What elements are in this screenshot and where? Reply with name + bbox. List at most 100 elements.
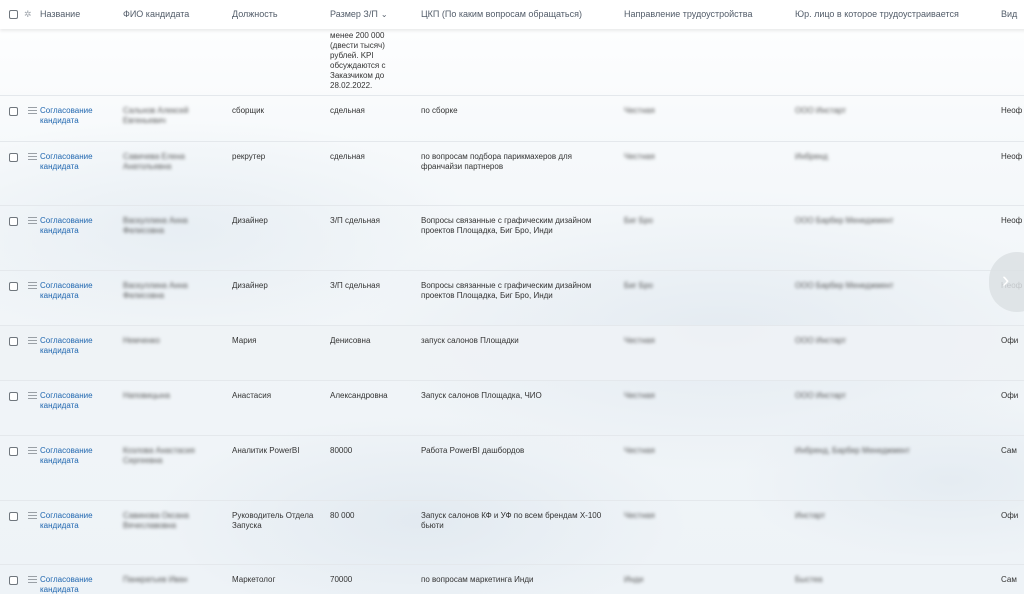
table-row[interactable]: Согласование кандидата Немченко Мария Денис… <box>0 325 1024 380</box>
row-name-link[interactable]: Согласование кандидата <box>40 205 123 270</box>
row-legal: Инбренд, Барбер Менеджмент <box>795 445 910 455</box>
drag-handle-icon[interactable] <box>28 281 37 289</box>
row-kind: Офи <box>1001 335 1019 345</box>
column-direction[interactable]: Направление трудоустройства <box>624 0 795 29</box>
row-position: Маркетолог <box>232 574 276 584</box>
row-position: Руководитель Отдела Запуска <box>232 510 314 530</box>
row-position: сборщик <box>232 105 265 115</box>
salary-cell: менее 200 000 (двести тысяч) рублей. KPI… <box>330 31 386 90</box>
select-all-checkbox[interactable] <box>9 10 18 19</box>
row-checkbox[interactable] <box>9 575 18 585</box>
row-salary: 70000 <box>330 574 353 584</box>
row-legal: ООО Инстарт <box>795 105 847 115</box>
drag-handle-icon[interactable] <box>28 391 37 399</box>
table-row[interactable]: Согласование кандидата Савинова Оксана Вя… <box>0 500 1024 564</box>
column-salary-label: Размер З/П <box>330 9 378 19</box>
table-row[interactable]: Согласование кандидата Савичева Елена Ана… <box>0 141 1024 205</box>
row-checkbox[interactable] <box>9 446 18 456</box>
row-direction: Честная <box>624 445 655 455</box>
row-direction: Честная <box>624 510 655 520</box>
row-ckp: по вопросам маркетинга Инди <box>421 574 534 584</box>
row-legal: Инбренд <box>795 151 828 161</box>
drag-handle-icon[interactable] <box>28 336 37 344</box>
row-position: Дизайнер <box>232 280 268 290</box>
row-salary: З/П сдельная <box>330 280 380 290</box>
row-ckp: Запуск салонов Площадка, ЧИО <box>421 390 542 400</box>
row-legal: ООО Инстарт <box>795 335 847 345</box>
column-fio[interactable]: ФИО кандидата <box>123 0 232 29</box>
column-kind[interactable]: Вид <box>1001 0 1024 29</box>
row-direction: Честная <box>624 335 655 345</box>
table-row[interactable]: Согласование кандидата Панкратьев Иван Мар… <box>0 564 1024 594</box>
row-position: рекрутер <box>232 151 266 161</box>
row-direction: Честная <box>624 390 655 400</box>
row-checkbox[interactable] <box>9 281 18 291</box>
row-fio: Немченко <box>123 335 160 345</box>
row-salary: З/П сдельная <box>330 215 380 225</box>
row-name-link[interactable]: Согласование кандидата <box>40 325 123 380</box>
row-fio: Козлова Анастасия Сергеевна <box>123 445 195 465</box>
drag-handle-icon[interactable] <box>28 106 37 114</box>
row-salary: сдельная <box>330 105 365 115</box>
row-fio: Савичева Елена Анатольевна <box>123 151 185 171</box>
row-checkbox[interactable] <box>9 152 18 162</box>
drag-handle-icon[interactable] <box>28 511 37 519</box>
row-name-link[interactable]: Согласование кандидата <box>40 141 123 205</box>
drag-handle-icon[interactable] <box>28 216 37 224</box>
row-name-link[interactable]: Согласование кандидата <box>40 564 123 594</box>
table-row[interactable]: Согласование кандидата Козлова Анастасия … <box>0 435 1024 500</box>
header-row: ✲ Название ФИО кандидата Должность Разме… <box>0 0 1024 29</box>
row-ckp: Работа PowerBI дашбордов <box>421 445 525 455</box>
row-position: Дизайнер <box>232 215 268 225</box>
drag-handle-icon[interactable] <box>28 446 37 454</box>
table-row[interactable]: Согласование кандидата Наповицына Анастаси… <box>0 380 1024 435</box>
column-ckp[interactable]: ЦКП (По каким вопросам обращаться) <box>421 0 624 29</box>
table-row-partial: менее 200 000 (двести тысяч) рублей. KPI… <box>0 29 1024 95</box>
chevron-down-icon[interactable]: ⌄ <box>381 10 388 19</box>
row-ckp: Запуск салонов КФ и УФ по всем брендам X… <box>421 510 602 530</box>
table-row[interactable]: Согласование кандидата Васкуллина Анна Фе… <box>0 205 1024 270</box>
row-checkbox[interactable] <box>9 511 18 521</box>
grid: ✲ Название ФИО кандидата Должность Разме… <box>0 0 1024 594</box>
table-row[interactable]: Согласование кандидата Сальнов Алексей Ев… <box>0 95 1024 141</box>
row-direction: Инди <box>624 574 644 584</box>
row-direction: Честная <box>624 151 655 161</box>
column-name[interactable]: Название <box>40 0 123 29</box>
gear-icon[interactable]: ✲ <box>24 9 32 20</box>
row-kind: Офи <box>1001 390 1019 400</box>
row-salary: 80 000 <box>330 510 355 520</box>
row-salary: Денисовна <box>330 335 371 345</box>
table-row[interactable]: Согласование кандидата Васкуллина Анна Фе… <box>0 270 1024 325</box>
row-legal: ООО Инстарт <box>795 390 847 400</box>
row-position: Мария <box>232 335 257 345</box>
row-direction: Честная <box>624 105 655 115</box>
row-name-link[interactable]: Согласование кандидата <box>40 435 123 500</box>
row-ckp: по вопросам подбора парикмахеров для фра… <box>421 151 572 171</box>
row-name-link[interactable]: Согласование кандидата <box>40 95 123 141</box>
row-direction: Биг Бро <box>624 215 654 225</box>
row-fio: Васкуллина Анна Фелисовна <box>123 215 188 235</box>
drag-handle-icon[interactable] <box>28 152 37 160</box>
drag-handle-icon[interactable] <box>28 575 37 583</box>
row-legal: ООО Барбер Менеджмент <box>795 280 894 290</box>
row-name-link[interactable]: Согласование кандидата <box>40 270 123 325</box>
row-legal: ООО Барбер Менеджмент <box>795 215 894 225</box>
row-fio: Савинова Оксана Вячеславовна <box>123 510 189 530</box>
column-legal[interactable]: Юр. лицо в которое трудоустраивается <box>795 0 1001 29</box>
row-name-link[interactable]: Согласование кандидата <box>40 380 123 435</box>
row-kind: Сам <box>1001 445 1017 455</box>
column-position[interactable]: Должность <box>232 0 330 29</box>
row-kind: Неоф <box>1001 105 1023 115</box>
row-checkbox[interactable] <box>9 106 18 116</box>
row-legal: Инстарт <box>795 510 826 520</box>
row-salary: Александровна <box>330 390 388 400</box>
row-ckp: запуск салонов Площадки <box>421 335 519 345</box>
row-salary: сдельная <box>330 151 365 161</box>
row-name-link[interactable]: Согласование кандидата <box>40 500 123 564</box>
row-salary: 80000 <box>330 445 353 455</box>
row-fio: Сальнов Алексей Евгеньевич <box>123 105 189 125</box>
row-checkbox[interactable] <box>9 216 18 226</box>
row-checkbox[interactable] <box>9 336 18 346</box>
column-salary[interactable]: Размер З/П ⌄ <box>330 0 421 29</box>
row-checkbox[interactable] <box>9 391 18 401</box>
